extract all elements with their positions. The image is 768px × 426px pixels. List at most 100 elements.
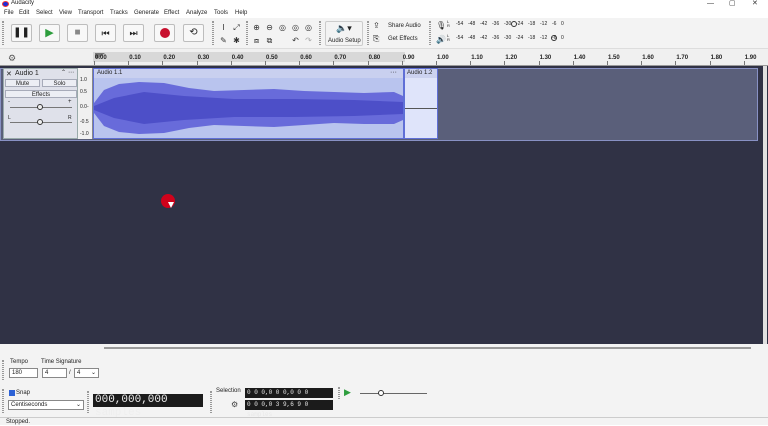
multi-tool-icon[interactable]: ✱ (231, 35, 242, 46)
redo-icon[interactable]: ↷ (303, 35, 314, 46)
menu-effect[interactable]: Effect (164, 9, 179, 17)
ruler-tick-mark (401, 61, 403, 65)
toolbar-grip[interactable] (246, 21, 248, 45)
ruler-tick-label: 1.10 (471, 55, 483, 61)
clip-name[interactable]: Audio 1.2 (407, 70, 432, 76)
clip-menu-icon[interactable]: ··· (390, 69, 397, 76)
ruler-tick-mark (470, 61, 472, 65)
selection-end-field[interactable]: 0 0 0,0 3 9,6 9 0 samples (245, 400, 333, 418)
playback-speed-slider[interactable] (360, 393, 427, 394)
toolbar-grip[interactable] (319, 21, 321, 45)
get-effects-button[interactable]: ⎘ Get Effects (372, 34, 424, 45)
menu-tools[interactable]: Tools (214, 9, 228, 17)
timeline-settings-icon[interactable]: ⚙ (8, 53, 16, 64)
clip-header[interactable] (94, 69, 403, 78)
clip-name[interactable]: Audio 1.1 (97, 70, 122, 76)
menu-transport[interactable]: Transport (78, 9, 103, 17)
time-signature-denominator[interactable]: 4 ⌄ (74, 368, 99, 378)
audio-clip[interactable]: Audio 1.2 (404, 68, 438, 139)
menu-edit[interactable]: Edit (19, 9, 29, 17)
undo-icon[interactable]: ↶ (290, 35, 301, 46)
fit-selection-icon[interactable]: ◎ (277, 22, 288, 33)
share-audio-button[interactable]: ⇪ Share Audio (372, 21, 424, 32)
selection-tool-icon[interactable]: I (218, 22, 229, 33)
menu-file[interactable]: File (4, 9, 14, 17)
vertical-amplitude-scale[interactable]: 1.0 0.5 0.0- -0.5 -1.0 (78, 68, 93, 139)
ruler-tick-label: 0.30 (197, 55, 210, 61)
window-title: Audacity (11, 0, 35, 6)
playback-meter[interactable]: -54 -48 -42 -36 -30 -24 -18 -12 -6 0 (455, 35, 565, 44)
audio-clip[interactable]: Audio 1.1 ··· (93, 68, 404, 139)
pan-slider-handle[interactable] (37, 119, 43, 125)
speaker-meter-icon[interactable]: 🔊 (436, 35, 446, 44)
horizontal-scrollbar[interactable] (104, 347, 751, 349)
record-button[interactable] (154, 24, 175, 42)
mute-button[interactable]: Mute (5, 79, 40, 87)
track-menu-icon[interactable]: ⋯ (68, 69, 74, 76)
meter-slider-handle[interactable] (551, 35, 557, 41)
skip-end-button[interactable]: ⏭ (123, 24, 144, 42)
time-signature-label: Time Signature (41, 359, 82, 365)
ruler-tick-label: 0.10 (129, 55, 141, 61)
selection-settings-icon[interactable]: ⚙ (231, 400, 238, 409)
envelope-tool-icon[interactable]: ⤢ (231, 22, 242, 33)
draw-tool-icon[interactable]: ✎ (218, 35, 229, 46)
menu-select[interactable]: Select (36, 9, 53, 17)
snap-checkbox[interactable] (9, 390, 15, 396)
close-button[interactable]: ✕ (752, 0, 758, 7)
toolbar-grip[interactable] (2, 389, 4, 413)
minimize-button[interactable]: — (707, 0, 714, 7)
snap-unit-select[interactable]: Centiseconds ⌄ (8, 400, 84, 410)
toolbar-grip[interactable] (87, 391, 89, 413)
time-signature-numerator[interactable]: 4 (42, 368, 67, 378)
close-track-icon[interactable]: ✕ (6, 70, 12, 78)
pan-right-label: R (68, 115, 72, 121)
maximize-button[interactable]: ▢ (729, 0, 736, 7)
zero-line (405, 108, 437, 109)
pause-button[interactable]: ❚❚ (11, 24, 32, 42)
chevron-down-icon: ⌄ (75, 402, 81, 408)
tempo-input[interactable]: 180 (9, 368, 38, 378)
gain-slider-handle[interactable] (37, 104, 43, 110)
menu-view[interactable]: View (59, 9, 72, 17)
zoom-out-icon[interactable]: ⊖ (264, 22, 275, 33)
meter-slider-handle[interactable] (511, 21, 517, 27)
menu-tracks[interactable]: Tracks (110, 9, 128, 17)
record-meter[interactable]: -54 -48 -42 -36 -30 -24 -18 -12 -6 0 (455, 21, 565, 30)
menu-generate[interactable]: Generate (134, 9, 159, 17)
toolbar-grip[interactable] (210, 391, 212, 413)
menu-help[interactable]: Help (235, 9, 247, 17)
ruler-tick-mark (299, 61, 301, 65)
zoom-toggle-icon[interactable]: ◎ (303, 22, 314, 33)
time-display[interactable]: 000,000,000 samples (93, 394, 203, 419)
effects-button[interactable]: Effects (5, 90, 77, 98)
silence-icon[interactable]: ⧉ (264, 35, 275, 46)
collapse-track-icon[interactable]: ⌃ (61, 69, 66, 76)
skip-start-button[interactable]: ⏮ (95, 24, 116, 42)
toolbar-grip[interactable] (367, 21, 369, 45)
microphone-icon[interactable]: 🎙 (436, 21, 446, 30)
fit-project-icon[interactable]: ◎ (290, 22, 301, 33)
play-button[interactable]: ▶ (39, 24, 60, 42)
ruler-tick-label: 0.20 (163, 55, 176, 61)
track-name[interactable]: Audio 1 (15, 70, 39, 77)
solo-button[interactable]: Solo (42, 79, 77, 87)
toolbar-grip[interactable] (2, 360, 4, 380)
trim-icon[interactable]: ⧈ (251, 35, 262, 46)
timeline-ruler[interactable]: ⚙ 0.00 0.10 0.20 0.30 0.40 0.50 0.60 0.70 0.80 0.… (0, 49, 768, 66)
loop-button[interactable]: ⟲ (183, 24, 204, 42)
ruler-tick-label: 1.50 (608, 55, 620, 61)
toolbar-grip[interactable] (429, 21, 431, 45)
menu-analyze[interactable]: Analyze (186, 9, 207, 17)
tempo-label: Tempo (10, 359, 29, 365)
vertical-scrollbar[interactable] (763, 66, 767, 344)
toolbar-grip[interactable] (2, 21, 4, 45)
zoom-in-icon[interactable]: ⊕ (251, 22, 262, 33)
stop-button[interactable]: ■ (67, 24, 88, 42)
audio-setup-button[interactable]: 🔈▾ Audio Setup (325, 21, 363, 46)
play-at-speed-icon[interactable]: ▶ (344, 387, 351, 398)
playback-speed-handle[interactable] (378, 390, 384, 396)
toolbar-grip[interactable] (338, 387, 340, 399)
selection-start-field[interactable]: 0 0 0,0 0 0,0 0 0 samples (245, 388, 333, 406)
toolbar-grip[interactable] (212, 21, 214, 45)
